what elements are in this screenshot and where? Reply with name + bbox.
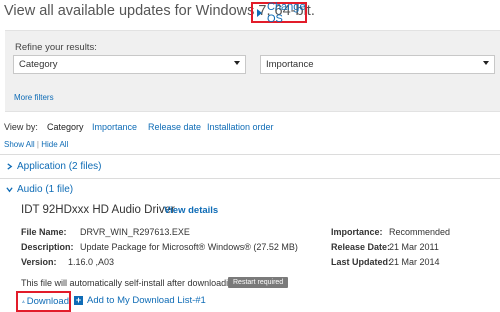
description-label: Description: [21,242,74,252]
divider [0,178,500,179]
last-updated-value: 21 Mar 2014 [389,257,440,267]
release-date-label: Release Date: [331,242,391,252]
hide-all-link[interactable]: Hide All [41,140,68,149]
importance-value: Recommended [389,227,451,237]
last-updated-label: Last Updated: [331,257,392,267]
change-os-link[interactable]: Change OS [251,0,307,25]
download-icon [22,300,25,303]
category-select[interactable]: Category [13,55,246,74]
filter-panel: Refine your results: Category Importance… [5,30,500,112]
section-application-label: Application (2 files) [17,161,102,172]
add-to-download-list-link[interactable]: + Add to My Download List-#1 [74,295,206,306]
importance-select[interactable]: Importance [260,55,495,74]
chevron-down-icon [234,61,240,65]
section-audio-label: Audio (1 file) [17,184,74,195]
version-value: 1.16.0 ,A03 [68,257,115,267]
version-label: Version: [21,257,57,267]
driver-title: IDT 92HDxxx HD Audio Driver [21,204,175,216]
divider [0,154,500,155]
section-application[interactable]: Application (2 files) [6,161,101,172]
add-to-download-list-label: Add to My Download List-#1 [87,295,206,306]
importance-select-value: Importance [266,59,314,70]
view-by-category[interactable]: Category [47,122,84,132]
view-by-installation-order[interactable]: Installation order [207,122,274,132]
show-hide-controls: Show All | Hide All [4,140,68,149]
play-arrow-icon [257,8,262,17]
release-date-value: 21 Mar 2011 [389,242,439,252]
auto-install-note: This file will automatically self-instal… [21,278,241,288]
view-details-link[interactable]: View details [164,205,218,216]
plus-icon: + [74,295,83,305]
view-by-label: View by: [4,122,38,132]
view-by-release-date[interactable]: Release date [148,122,201,132]
description-value: Update Package for Microsoft® Windows® (… [80,242,298,252]
category-select-value: Category [19,59,58,70]
chevron-right-icon [7,163,13,170]
section-audio[interactable]: Audio (1 file) [6,184,73,195]
download-button[interactable]: Download [16,291,71,312]
refine-label: Refine your results: [15,42,97,53]
download-label: Download [26,296,69,307]
chevron-down-icon [483,61,489,65]
change-os-label: Change OS [267,0,306,25]
separator: | [36,140,39,149]
file-name-label: File Name: [21,227,67,237]
more-filters-link[interactable]: More filters [14,93,54,102]
importance-label: Importance: [331,227,383,237]
view-by-importance[interactable]: Importance [92,122,137,132]
restart-required-badge: Restart required [228,277,289,288]
chevron-down-icon [6,187,13,193]
show-all-link[interactable]: Show All [4,140,35,149]
file-name-value: DRVR_WIN_R297613.EXE [80,227,190,237]
